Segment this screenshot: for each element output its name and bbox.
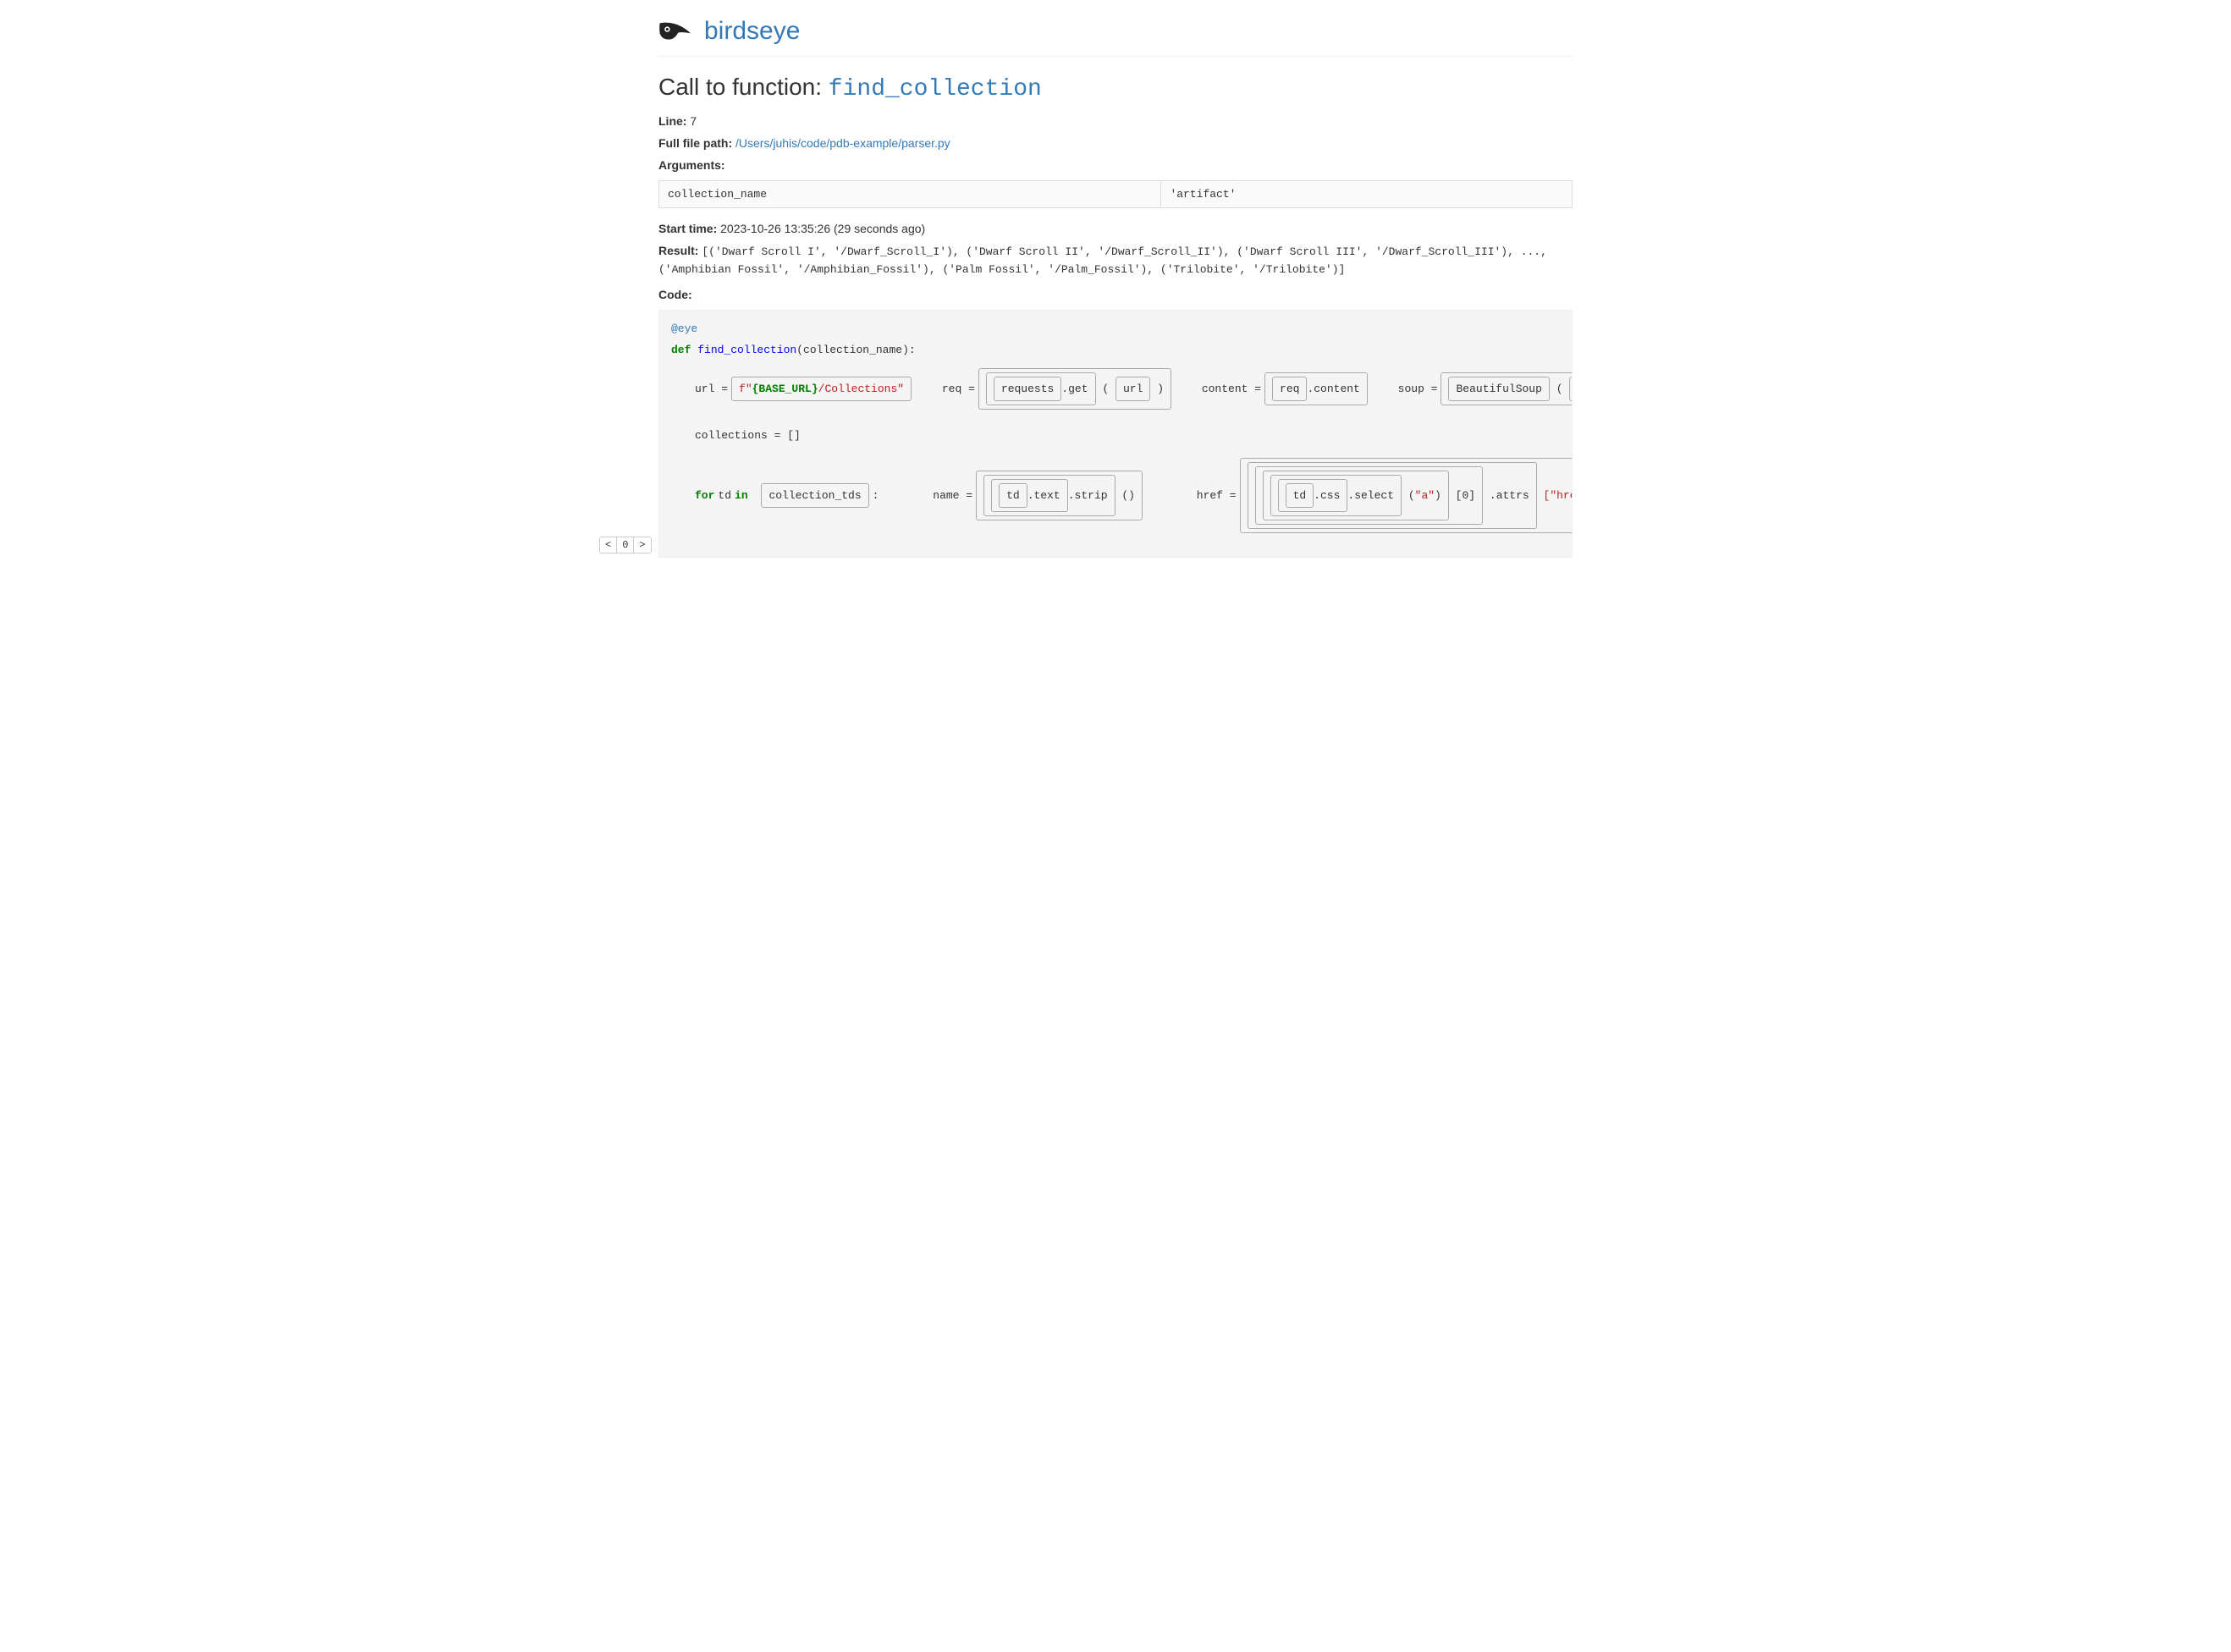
code-line: href = td.css .select ("a"): [1149, 458, 1573, 534]
expr-box[interactable]: td: [1286, 483, 1314, 509]
code-line: @eye: [671, 321, 1560, 338]
brand-link[interactable]: birdseye: [704, 17, 800, 46]
expr-box[interactable]: td.css .select ("a") [0]: [1255, 466, 1484, 526]
header: birdseye: [658, 17, 1573, 57]
expr-box[interactable]: td: [999, 483, 1027, 509]
code-line: collections = []: [671, 427, 1560, 444]
loop-next-button[interactable]: >: [633, 537, 651, 553]
expr-box[interactable]: td.css: [1278, 479, 1348, 513]
expr-box[interactable]: BeautifulSoup ( content, "html.parser"): [1441, 372, 1573, 406]
expr-box[interactable]: td.text .strip (): [976, 471, 1143, 521]
expr-box[interactable]: collection_tds: [761, 483, 868, 509]
code-line: for td in collection_tds :: [671, 483, 879, 509]
loop-prev-button[interactable]: <: [599, 537, 617, 553]
arg-name-cell: collection_name: [659, 181, 1161, 208]
expr-box[interactable]: content: [1569, 377, 1573, 402]
expr-box[interactable]: requests: [994, 377, 1061, 402]
page-title: Call to function: find_collection: [658, 74, 1573, 102]
loop-iteration-nav: < 0 >: [599, 537, 652, 553]
expr-box[interactable]: td.css .select: [1270, 475, 1402, 517]
function-name-link[interactable]: find_collection: [829, 76, 1042, 102]
arg-value-cell: 'artifact': [1161, 181, 1573, 208]
code-line: content = req.content: [1178, 372, 1368, 406]
expr-box[interactable]: f"{BASE_URL}/Collections": [731, 377, 912, 402]
expr-box[interactable]: td.text .strip: [983, 475, 1115, 517]
expr-box[interactable]: BeautifulSoup: [1448, 377, 1549, 402]
expr-box[interactable]: td.text: [991, 479, 1068, 513]
code-line: soup = BeautifulSoup ( content, "html.pa…: [1374, 372, 1573, 406]
code-line: url = f"{BASE_URL}/Collections": [671, 377, 912, 402]
code-label: Code:: [658, 288, 1573, 301]
expr-box[interactable]: url: [1116, 377, 1150, 402]
expr-box[interactable]: td.css .select ("a") [0] .attrs ["href"]: [1240, 458, 1573, 534]
code-panel: @eye def find_collection(collection_name…: [658, 310, 1573, 559]
file-path: Full file path: /Users/juhis/code/pdb-ex…: [658, 136, 1573, 150]
expr-box[interactable]: td.css .select ("a") [0] .attrs: [1248, 462, 1537, 530]
file-path-link[interactable]: /Users/juhis/code/pdb-example/parser.py: [735, 136, 950, 150]
expr-box[interactable]: req: [1272, 377, 1307, 402]
table-row: collection_name 'artifact': [659, 181, 1573, 208]
result: Result: [('Dwarf Scroll I', '/Dwarf_Scro…: [658, 244, 1573, 279]
title-prefix: Call to function:: [658, 74, 829, 100]
arguments-table: collection_name 'artifact': [658, 180, 1573, 208]
expr-box[interactable]: requests.get ( url ): [978, 368, 1171, 410]
birdseye-logo-icon: [658, 18, 692, 45]
start-time: Start time: 2023-10-26 13:35:26 (29 seco…: [658, 222, 1573, 235]
code-line: name = td.text .strip (): [885, 471, 1143, 521]
arguments-label: Arguments:: [658, 158, 1573, 172]
line-number: Line: 7: [658, 114, 1573, 128]
expr-box[interactable]: req.content: [1264, 372, 1368, 406]
code-line: req = requests.get ( url ): [918, 368, 1171, 410]
loop-current-index: 0: [617, 537, 633, 553]
code-line: def find_collection(collection_name):: [671, 342, 1560, 359]
expr-box[interactable]: td.css .select ("a"): [1263, 471, 1449, 521]
expr-box[interactable]: requests.get: [986, 372, 1096, 406]
